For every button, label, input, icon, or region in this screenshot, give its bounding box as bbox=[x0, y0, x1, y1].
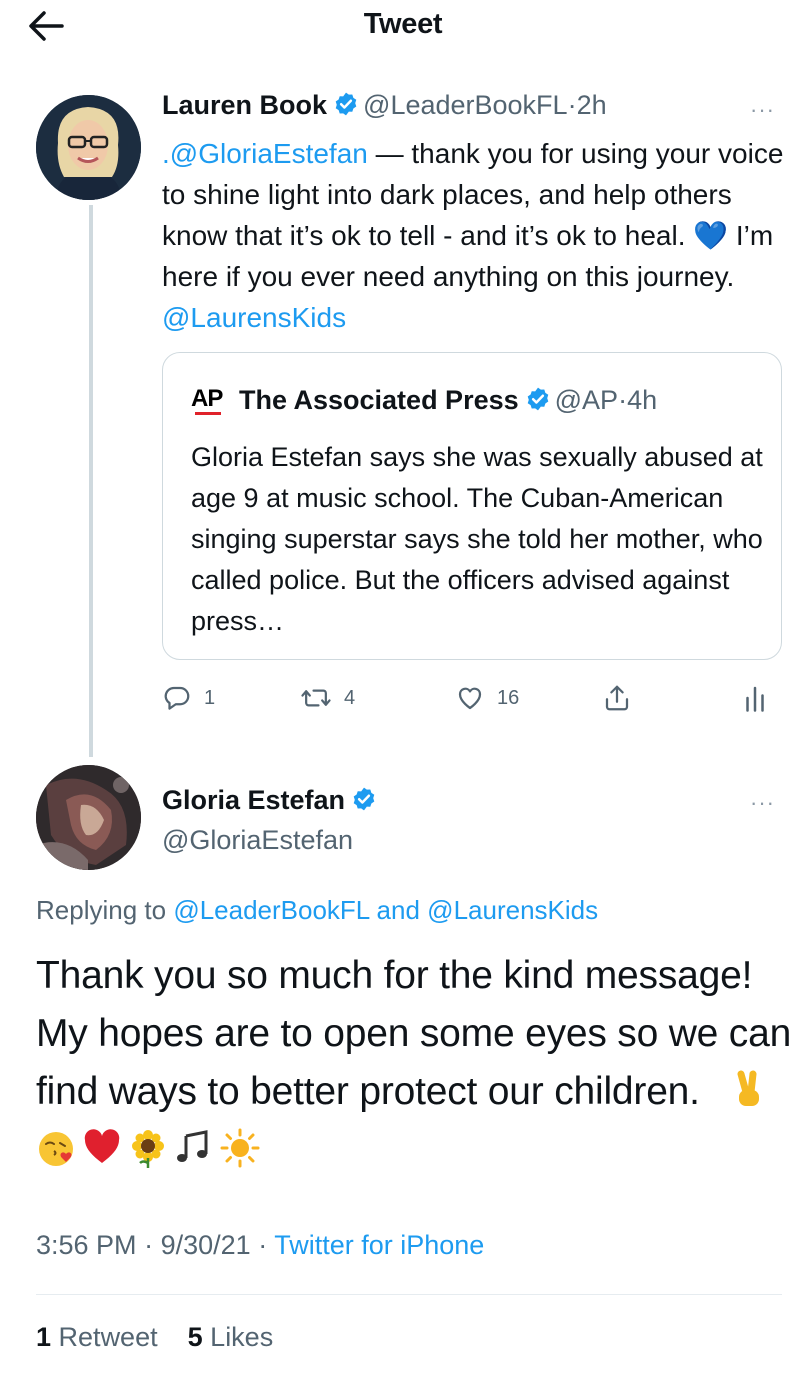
analytics-icon bbox=[746, 686, 764, 712]
replying-prefix: Replying to bbox=[36, 895, 167, 925]
quoted-tweet-time: 4h bbox=[627, 385, 658, 415]
avatar-lauren-book[interactable] bbox=[36, 95, 141, 200]
share-icon bbox=[605, 685, 629, 711]
likes-stat[interactable]: 5 Likes bbox=[188, 1322, 274, 1352]
retweet-label: Retweet bbox=[58, 1322, 158, 1352]
sun-icon bbox=[220, 1128, 260, 1168]
dot-separator: · bbox=[144, 1230, 154, 1260]
tweet-timestamp-line: 3:56 PM · 9/30/21 · Twitter for iPhone bbox=[36, 1230, 484, 1261]
victory-hand-icon bbox=[737, 1070, 760, 1106]
retweet-icon bbox=[301, 689, 331, 707]
mention-link[interactable]: .@GloriaEstefan bbox=[162, 138, 368, 169]
author-name[interactable]: Gloria Estefan bbox=[162, 785, 345, 815]
retweets-stat[interactable]: 1 Retweet bbox=[36, 1322, 158, 1352]
parent-tweet-header: Lauren Book @LeaderBookFL·2h bbox=[162, 90, 607, 124]
reply-icon bbox=[164, 686, 190, 710]
tweet-source-link[interactable]: Twitter for iPhone bbox=[274, 1230, 484, 1260]
divider bbox=[36, 1294, 782, 1295]
quoted-tweet-card[interactable]: AP The Associated Press @AP·4h Gloria Est… bbox=[162, 352, 782, 660]
like-button[interactable]: 16 bbox=[455, 680, 519, 716]
parent-tweet-text: .@GloriaEstefan — thank you for using yo… bbox=[162, 133, 792, 338]
verified-badge-icon bbox=[351, 786, 377, 819]
ap-logo-icon: AP bbox=[191, 385, 225, 415]
like-label: Likes bbox=[210, 1322, 274, 1352]
tweet-text-body: Thank you so much for the kind message! … bbox=[36, 954, 792, 1113]
verified-badge-icon bbox=[333, 91, 359, 124]
like-count: 5 bbox=[187, 1322, 203, 1352]
avatar-gloria-estefan[interactable] bbox=[36, 765, 141, 870]
retweet-count: 4 bbox=[344, 686, 356, 709]
author-handle[interactable]: @LeaderBookFL bbox=[363, 90, 568, 120]
quoted-tweet-header: The Associated Press @AP·4h bbox=[239, 385, 657, 419]
replying-to-line: Replying to @LeaderBookFL and @LaurensKi… bbox=[36, 895, 598, 926]
reply-button[interactable]: 1 bbox=[162, 680, 215, 716]
like-count: 16 bbox=[497, 686, 520, 709]
sunflower-icon bbox=[132, 1130, 164, 1168]
tweet-time[interactable]: 3:56 PM bbox=[36, 1230, 137, 1260]
retweet-count: 1 bbox=[36, 1322, 52, 1352]
tweet-action-bar: 1 4 16 bbox=[162, 680, 782, 720]
page-title: Tweet bbox=[363, 8, 443, 40]
heart-icon bbox=[458, 687, 482, 710]
tweet-time[interactable]: 2h bbox=[577, 90, 607, 120]
red-heart-icon bbox=[84, 1129, 120, 1163]
musical-notes-icon bbox=[177, 1130, 208, 1162]
quoted-tweet-text: Gloria Estefan says she was sexually abu… bbox=[191, 442, 763, 636]
dot-separator: · bbox=[618, 385, 628, 415]
more-options-icon[interactable]: ··· bbox=[750, 790, 775, 816]
main-tweet-text: Thank you so much for the kind message! … bbox=[36, 947, 796, 1179]
verified-badge-icon bbox=[525, 386, 551, 419]
more-options-icon[interactable]: ··· bbox=[750, 97, 775, 123]
face-blowing-kiss-icon bbox=[39, 1132, 73, 1166]
author-handle[interactable]: @GloriaEstefan bbox=[162, 825, 353, 856]
dot-separator: · bbox=[258, 1230, 268, 1260]
quoted-author-handle: @AP bbox=[554, 385, 619, 415]
header-bar: Tweet bbox=[0, 0, 806, 52]
quoted-author-name: The Associated Press bbox=[239, 385, 519, 415]
tweet-date[interactable]: 9/30/21 bbox=[161, 1230, 251, 1260]
analytics-button[interactable] bbox=[742, 680, 780, 716]
replying-and: and bbox=[376, 895, 420, 925]
retweet-button[interactable]: 4 bbox=[300, 680, 355, 716]
share-button[interactable] bbox=[602, 680, 644, 716]
dot-separator: · bbox=[567, 90, 577, 120]
mention-link[interactable]: @LaurensKids bbox=[162, 302, 346, 333]
reply-count: 1 bbox=[204, 686, 216, 709]
main-tweet-author-row: Gloria Estefan bbox=[162, 785, 381, 819]
thread-connector-line bbox=[89, 205, 93, 757]
mention-link[interactable]: @LaurensKids bbox=[427, 895, 598, 925]
mention-link[interactable]: @LeaderBookFL bbox=[173, 895, 369, 925]
engagement-stats: 1 Retweet 5 Likes bbox=[36, 1322, 273, 1353]
author-name[interactable]: Lauren Book bbox=[162, 90, 327, 120]
